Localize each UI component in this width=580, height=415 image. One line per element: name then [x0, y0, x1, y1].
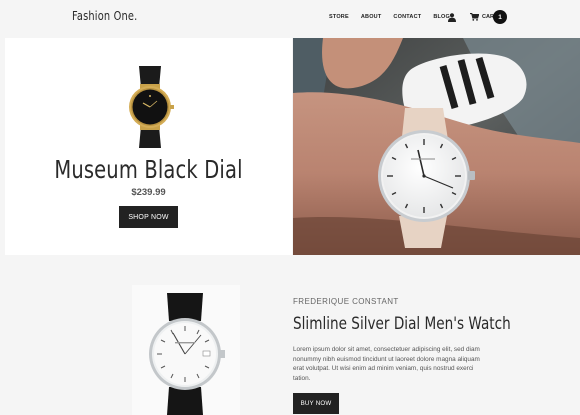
- shop-now-button[interactable]: SHOP NOW: [119, 206, 178, 228]
- user-icon[interactable]: [448, 13, 456, 22]
- product-section: FREDERIQUE CONSTANT Slimline Silver Dial…: [5, 255, 580, 415]
- main-nav: STORE ABOUT CONTACT BLOG: [329, 14, 450, 20]
- featured-product-panel: Museum Black Dial $239.99 SHOP NOW: [5, 38, 292, 255]
- featured-product-price: $239.99: [131, 187, 166, 198]
- product-description: Lorem ipsum dolor sit amet, consectetuer…: [293, 346, 480, 382]
- black-dial-watch-image[interactable]: [123, 66, 177, 148]
- cart-icon: [470, 13, 479, 21]
- featured-product-title: Museum Black Dial: [54, 155, 243, 184]
- buy-now-button[interactable]: BUY NOW: [293, 393, 339, 414]
- nav-store[interactable]: STORE: [329, 14, 349, 20]
- cart-count-badge: 1: [493, 10, 507, 24]
- nav-about[interactable]: ABOUT: [361, 14, 382, 20]
- product-title: Slimline Silver Dial Men's Watch: [293, 314, 511, 334]
- product-brand: FREDERIQUE CONSTANT: [293, 297, 399, 306]
- site-header: Fashion One. STORE ABOUT CONTACT BLOG CA…: [0, 0, 580, 38]
- nav-contact[interactable]: CONTACT: [393, 14, 421, 20]
- site-logo[interactable]: Fashion One.: [72, 9, 137, 23]
- silver-dial-watch-image[interactable]: [145, 293, 225, 415]
- wrist-watch-photo: [293, 38, 580, 255]
- lifestyle-photo: [293, 38, 580, 255]
